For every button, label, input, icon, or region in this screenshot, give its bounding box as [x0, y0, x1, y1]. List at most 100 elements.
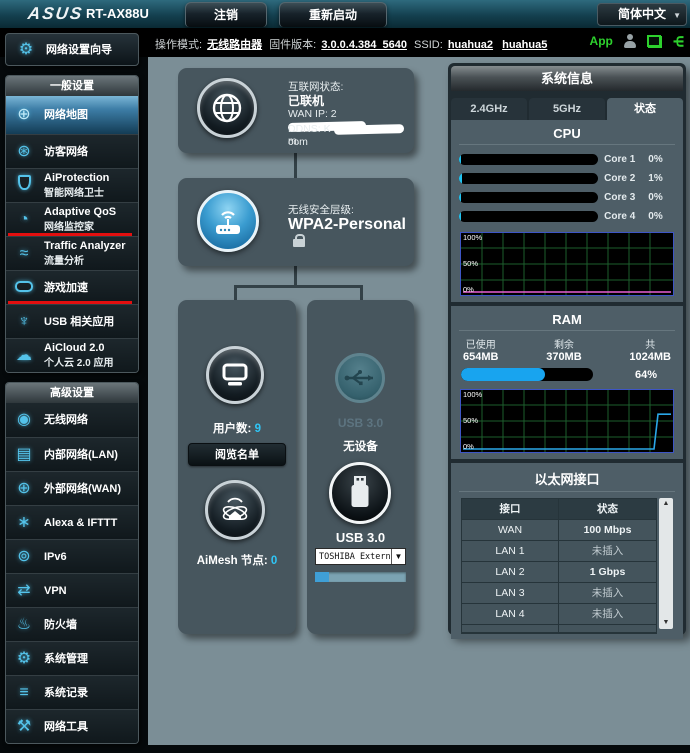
usb-drive-icon[interactable] — [329, 462, 391, 524]
sidebar-item-wizard[interactable]: ⚙ 网络设置向导 — [5, 33, 139, 66]
table-row: LAN 4 未插入 — [462, 604, 656, 625]
cpu-usage-chart: 100% 50% 0% — [460, 232, 674, 296]
usb2-title: USB 3.0 — [307, 530, 414, 545]
gear-icon: ⚙ — [12, 649, 36, 669]
client-list-icon[interactable] — [623, 34, 637, 48]
top-bar: ASUS RT-AX88U 注销 重新启动 简体中文 ▼ — [0, 0, 690, 28]
app-link[interactable]: App — [590, 34, 613, 48]
tab-5ghz[interactable]: 5GHz — [529, 98, 605, 120]
sidebar-item-aicloud[interactable]: ☁ AiCloud 2.0 个人云 2.0 应用 — [6, 338, 138, 372]
sidebar: ⚙ 网络设置向导 一般设置 ⊕ 网络地图 ⊛ 访客网络 AiProtection… — [5, 33, 139, 753]
connector-line — [360, 285, 363, 300]
sidebar-item-wan[interactable]: ⊕ 外部网络(WAN) — [6, 471, 138, 505]
usb-icon: ♆ — [12, 312, 36, 332]
cloud-icon: ☁ — [12, 346, 36, 366]
language-selector[interactable]: 简体中文 ▼ — [597, 3, 687, 26]
security-label: 无线安全层级: — [288, 202, 354, 217]
alexa-icon: ∗ — [12, 513, 36, 533]
sidebar-item-network-map[interactable]: ⊕ 网络地图 — [6, 96, 138, 134]
shield-icon — [12, 175, 36, 196]
ram-usage-chart: 100% 50% 0% — [460, 389, 674, 453]
clients-monitor-icon[interactable] — [206, 346, 264, 404]
usb1-status: 无设备 — [307, 438, 414, 454]
sidebar-item-vpn[interactable]: ⇄ VPN — [6, 573, 138, 607]
router-info-text: 操作模式: 无线路由器 固件版本: 3.0.0.4.384_5640 SSID:… — [155, 36, 551, 52]
globe-icon: ⊕ — [12, 479, 36, 499]
network-map-content: 互联网状态: 已联机 WAN IP: 2 DDNS: K m. com — [148, 57, 690, 745]
ram-used-value: 654MB — [463, 351, 498, 363]
gauge-icon: ◔ — [12, 210, 36, 230]
usb-device-select[interactable]: TOSHIBA Extern. ▼ — [315, 548, 406, 565]
wan-ip-visible: 2 — [331, 108, 337, 120]
ram-usage-fill — [461, 368, 545, 381]
firmware-label: 固件版本: — [269, 39, 316, 51]
sidebar-item-alexa-ifttt[interactable]: ∗ Alexa & IFTTT — [6, 505, 138, 539]
cpu-title: CPU — [459, 124, 675, 145]
scroll-down-icon[interactable]: ▼ — [663, 619, 670, 627]
tab-status[interactable]: 状态 — [607, 98, 683, 120]
select-arrow-icon: ▼ — [391, 549, 405, 564]
ram-free-label: 剩余 — [546, 336, 581, 351]
cpu-core-row: Core 4 0% — [459, 208, 675, 225]
op-mode-link[interactable]: 无线路由器 — [207, 39, 262, 51]
ddns-visible: K — [324, 123, 331, 135]
gamepad-icon — [12, 278, 36, 298]
sidebar-item-game-boost[interactable]: 游戏加速 — [6, 270, 138, 304]
advanced-settings-header: 高级设置 — [6, 383, 138, 403]
usb-device-name: TOSHIBA Extern. — [316, 552, 391, 562]
wireless-icon: ◉ — [12, 410, 36, 430]
internet-status-value: 已联机 — [288, 92, 324, 109]
ssid-link-1[interactable]: huahua2 — [448, 39, 493, 51]
usb-card: USB 3.0 无设备 USB 3.0 TOSHIBA Extern. ▼ — [307, 300, 414, 634]
system-info-panel: 系统信息 2.4GHz 5GHz 状态 CPU Core 1 0% Core 2… — [448, 63, 686, 635]
usb-status-icon[interactable]: Ψ — [671, 35, 684, 47]
sidebar-item-administration[interactable]: ⚙ 系统管理 — [6, 641, 138, 675]
tab-24ghz[interactable]: 2.4GHz — [451, 98, 527, 120]
cpu-core-fill — [459, 211, 461, 222]
ram-used-label: 已使用 — [463, 336, 498, 351]
lan-port-icon: ▤ — [12, 445, 36, 465]
reboot-button[interactable]: 重新启动 — [279, 2, 387, 27]
router-model: RT-AX88U — [86, 6, 149, 21]
sidebar-item-lan[interactable]: ▤ 内部网络(LAN) — [6, 437, 138, 471]
ethernet-table: 接口 状态 WAN 100 Mbps LAN 1 未插入 LAN 2 1 Gbp… — [461, 498, 657, 634]
table-row: WAN 100 Mbps — [462, 520, 656, 541]
usb-capacity-bar — [315, 572, 406, 582]
sidebar-item-usb-apps[interactable]: ♆ USB 相关应用 — [6, 304, 138, 338]
sidebar-item-ipv6[interactable]: ⊚ IPv6 — [6, 539, 138, 573]
ram-free-value: 370MB — [546, 351, 581, 363]
wireless-security-card[interactable]: 无线安全层级: WPA2-Personal — [178, 178, 414, 266]
log-icon: ≡ — [12, 683, 36, 703]
sidebar-item-adaptive-qos[interactable]: ◔ Adaptive QoS 网络监控家 — [6, 202, 138, 236]
cpu-core-row: Core 2 1% — [459, 170, 675, 187]
connector-line — [234, 285, 237, 300]
sidebar-item-traffic-analyzer[interactable]: ≈ Traffic Analyzer 流量分析 — [6, 236, 138, 270]
sidebar-item-firewall[interactable]: ♨ 防火墙 — [6, 607, 138, 641]
remote-screens-icon[interactable] — [647, 35, 662, 48]
sidebar-item-system-log[interactable]: ≡ 系统记录 — [6, 675, 138, 709]
lock-icon — [293, 234, 305, 247]
sidebar-item-guest-network[interactable]: ⊛ 访客网络 — [6, 134, 138, 168]
language-label: 简体中文 — [618, 7, 666, 21]
ram-percent: 64% — [635, 369, 657, 381]
ipv6-icon: ⊚ — [12, 547, 36, 567]
ram-total-label: 共 — [629, 336, 671, 351]
sidebar-item-network-tools[interactable]: ⚒ 网络工具 — [6, 709, 138, 743]
logout-button[interactable]: 注销 — [185, 2, 267, 27]
aimesh-icon[interactable] — [205, 480, 265, 540]
ethernet-title: 以太网接口 — [459, 467, 675, 492]
sidebar-item-aiprotection[interactable]: AiProtection 智能网络卫士 — [6, 168, 138, 202]
firmware-link[interactable]: 3.0.0.4.384_5640 — [321, 39, 407, 51]
table-scrollbar[interactable]: ▲ ▼ — [659, 498, 673, 629]
sidebar-item-wireless[interactable]: ◉ 无线网络 — [6, 403, 138, 437]
ssid-link-2[interactable]: huahua5 — [502, 39, 547, 51]
usb1-title: USB 3.0 — [307, 416, 414, 430]
scroll-up-icon[interactable]: ▲ — [663, 500, 670, 508]
internet-status-card[interactable]: 互联网状态: 已联机 WAN IP: 2 DDNS: K m. com — [178, 68, 414, 153]
view-list-button[interactable]: 阅览名单 — [188, 443, 286, 466]
sidebar-general-group: 一般设置 ⊕ 网络地图 ⊛ 访客网络 AiProtection 智能网络卫士 ◔… — [5, 75, 139, 373]
general-settings-header: 一般设置 — [6, 76, 138, 96]
asus-logo: ASUS — [27, 4, 85, 24]
cpu-core-fill — [459, 173, 462, 184]
vpn-icon: ⇄ — [12, 581, 36, 601]
